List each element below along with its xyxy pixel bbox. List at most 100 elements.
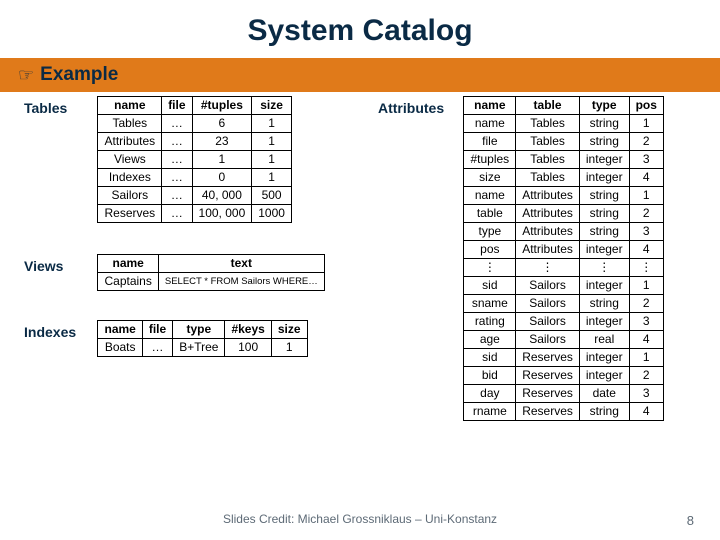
table-cell: Sailors	[516, 313, 580, 331]
table-cell: integer	[579, 151, 629, 169]
table-cell: string	[579, 403, 629, 421]
table-cell: Captains	[98, 273, 158, 291]
table-cell: Attributes	[516, 187, 580, 205]
table-cell: integer	[579, 169, 629, 187]
tables-block-label: Tables	[24, 96, 94, 116]
table-cell: Sailors	[516, 277, 580, 295]
table-cell: integer	[579, 241, 629, 259]
table-cell: Tables	[516, 115, 580, 133]
table-cell: 1	[629, 277, 663, 295]
table-cell: 3	[629, 223, 663, 241]
views-table: nametextCaptainsSELECT * FROM Sailors WH…	[97, 254, 324, 291]
table-cell: 0	[192, 169, 252, 187]
table-cell: SELECT * FROM Sailors WHERE…	[158, 273, 324, 291]
table-cell: Indexes	[98, 169, 162, 187]
column-header: #keys	[225, 321, 271, 339]
table-cell: integer	[579, 277, 629, 295]
table-cell: size	[464, 169, 516, 187]
table-row: Indexes…01	[98, 169, 291, 187]
table-cell: 2	[629, 367, 663, 385]
table-cell: Tables	[516, 151, 580, 169]
table-cell: 1	[271, 339, 307, 357]
table-row: dayReservesdate3	[464, 385, 663, 403]
table-cell: Boats	[98, 339, 142, 357]
table-row: ageSailorsreal4	[464, 331, 663, 349]
table-cell: 1	[252, 151, 292, 169]
table-cell: ⋮	[579, 259, 629, 277]
views-block-label: Views	[24, 254, 94, 274]
table-row: Sailors…40, 000500	[98, 187, 291, 205]
table-cell: …	[162, 115, 192, 133]
table-cell: 6	[192, 115, 252, 133]
table-cell: string	[579, 295, 629, 313]
table-cell: 3	[629, 385, 663, 403]
table-row: Boats…B+Tree1001	[98, 339, 307, 357]
pointer-icon: ☞	[18, 65, 34, 86]
table-cell: Attributes	[516, 205, 580, 223]
table-cell: string	[579, 223, 629, 241]
column-header: name	[464, 97, 516, 115]
table-cell: day	[464, 385, 516, 403]
slide-title: System Catalog	[0, 0, 720, 58]
table-cell: string	[579, 187, 629, 205]
table-cell: …	[142, 339, 172, 357]
table-cell: 2	[629, 133, 663, 151]
views-block: Views nametextCaptainsSELECT * FROM Sail…	[24, 254, 325, 291]
table-cell: age	[464, 331, 516, 349]
table-row: Tables…61	[98, 115, 291, 133]
table-cell: sid	[464, 277, 516, 295]
table-cell: 4	[629, 241, 663, 259]
column-header: type	[173, 321, 225, 339]
column-header: type	[579, 97, 629, 115]
section-bar: ☞ Example	[0, 58, 720, 92]
table-cell: 3	[629, 151, 663, 169]
table-row: fileTablesstring2	[464, 133, 663, 151]
table-cell: Sailors	[98, 187, 162, 205]
table-cell: 2	[629, 205, 663, 223]
table-cell: string	[579, 115, 629, 133]
table-cell: 23	[192, 133, 252, 151]
indexes-block: Indexes namefiletype#keyssizeBoats…B+Tre…	[24, 320, 308, 357]
table-cell: 1000	[252, 205, 292, 223]
table-cell: string	[579, 205, 629, 223]
table-row: tableAttributesstring2	[464, 205, 663, 223]
table-cell: pos	[464, 241, 516, 259]
column-header: size	[271, 321, 307, 339]
slide: System Catalog ☞ Example Tables namefile…	[0, 0, 720, 540]
table-cell: name	[464, 187, 516, 205]
table-row: sidReservesinteger1	[464, 349, 663, 367]
table-row: ratingSailorsinteger3	[464, 313, 663, 331]
table-cell: Reserves	[516, 403, 580, 421]
table-cell: 1	[629, 187, 663, 205]
table-cell: Sailors	[516, 295, 580, 313]
table-row: ⋮⋮⋮⋮	[464, 259, 663, 277]
column-header: text	[158, 255, 324, 273]
table-cell: table	[464, 205, 516, 223]
table-cell: sid	[464, 349, 516, 367]
table-row: Views…11	[98, 151, 291, 169]
table-cell: ⋮	[629, 259, 663, 277]
table-cell: integer	[579, 349, 629, 367]
table-row: posAttributesinteger4	[464, 241, 663, 259]
table-cell: rating	[464, 313, 516, 331]
table-cell: date	[579, 385, 629, 403]
indexes-block-label: Indexes	[24, 320, 94, 340]
table-cell: string	[579, 133, 629, 151]
table-cell: 4	[629, 331, 663, 349]
table-cell: …	[162, 205, 192, 223]
column-header: name	[98, 321, 142, 339]
table-cell: ⋮	[464, 259, 516, 277]
table-cell: ⋮	[516, 259, 580, 277]
table-cell: 2	[629, 295, 663, 313]
table-cell: file	[464, 133, 516, 151]
table-cell: 100, 000	[192, 205, 252, 223]
table-cell: 4	[629, 403, 663, 421]
table-cell: name	[464, 115, 516, 133]
table-cell: Tables	[516, 169, 580, 187]
table-cell: Tables	[98, 115, 162, 133]
table-cell: 1	[629, 349, 663, 367]
table-row: Attributes…231	[98, 133, 291, 151]
table-row: bidReservesinteger2	[464, 367, 663, 385]
table-cell: 3	[629, 313, 663, 331]
column-header: pos	[629, 97, 663, 115]
